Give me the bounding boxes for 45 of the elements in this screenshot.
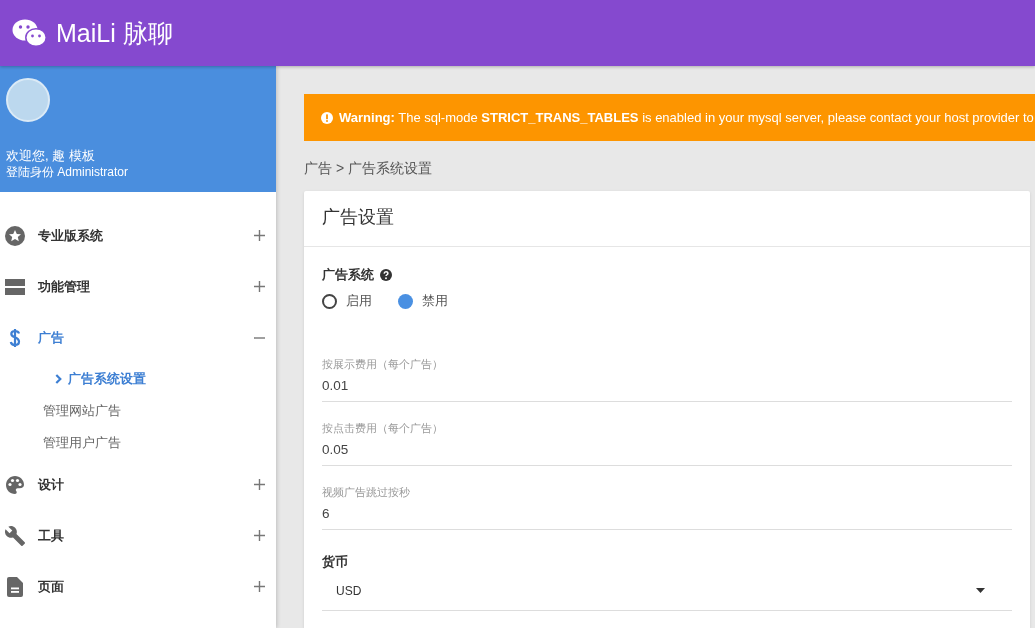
input-field[interactable]: 6	[322, 503, 1012, 530]
radio-label[interactable]: 启用	[346, 292, 372, 310]
breadcrumb-text: 广告 > 广告系统设置	[304, 159, 432, 178]
sidebar-item[interactable]: 广告	[0, 312, 276, 363]
wrench-icon	[5, 524, 25, 547]
radio-button[interactable]	[398, 293, 413, 309]
sidebar-item[interactable]: 设计	[0, 459, 276, 510]
field-label: 按点击费用（每个广告）	[322, 421, 443, 435]
currency-select[interactable]: USD	[322, 577, 1012, 611]
sidebar-subitem[interactable]: 管理用户广告	[0, 427, 276, 459]
sidebar-subitem[interactable]: 管理网站广告	[0, 395, 276, 427]
plus-icon[interactable]	[254, 281, 265, 292]
document-icon	[7, 576, 23, 597]
help-icon[interactable]	[380, 269, 392, 281]
radio-button[interactable]	[322, 293, 337, 309]
plus-icon[interactable]	[254, 230, 265, 241]
field-label: 按展示费用（每个广告）	[322, 357, 443, 371]
avatar-placeholder	[6, 78, 50, 122]
dollar-icon	[9, 327, 21, 348]
sidebar-item[interactable]: 工具	[0, 510, 276, 561]
exclamation-circle-icon	[321, 111, 333, 124]
plus-icon[interactable]	[254, 479, 265, 490]
field-label: 货币	[322, 554, 348, 570]
card-title: 广告设置	[322, 206, 394, 229]
radio-label[interactable]: 禁用	[422, 292, 448, 310]
welcome-text: 欢迎您, 趣 模板	[6, 147, 95, 164]
field-label: 广告系统	[322, 266, 374, 284]
sidebar-item[interactable]: 页面	[0, 561, 276, 612]
sidebar-subitem[interactable]: 广告系统设置	[0, 363, 276, 395]
stacked-bars-icon	[5, 278, 25, 295]
warning-message: Warning: The sql-mode STRICT_TRANS_TABLES is enabled in your mysql server, please contact your host provider to	[339, 108, 1034, 127]
palette-icon	[5, 474, 25, 495]
plus-icon[interactable]	[254, 530, 265, 541]
input-field[interactable]: 0.05	[322, 439, 1012, 466]
caret-icon	[976, 588, 985, 593]
chat-bubbles-icon	[12, 19, 47, 47]
sidebar-item[interactable]: 专业版系统	[0, 210, 276, 261]
chevron-right-icon	[55, 374, 62, 384]
input-field[interactable]: 0.01	[322, 375, 1012, 402]
plus-icon[interactable]	[254, 581, 265, 592]
sidebar-item[interactable]: 功能管理	[0, 261, 276, 312]
field-label: 视频广告跳过按秒	[322, 485, 410, 499]
app-title: MaiLi 脉聊	[56, 18, 173, 48]
minus-icon[interactable]	[254, 336, 265, 339]
role-text: 登陆身份 Administrator	[6, 164, 129, 181]
